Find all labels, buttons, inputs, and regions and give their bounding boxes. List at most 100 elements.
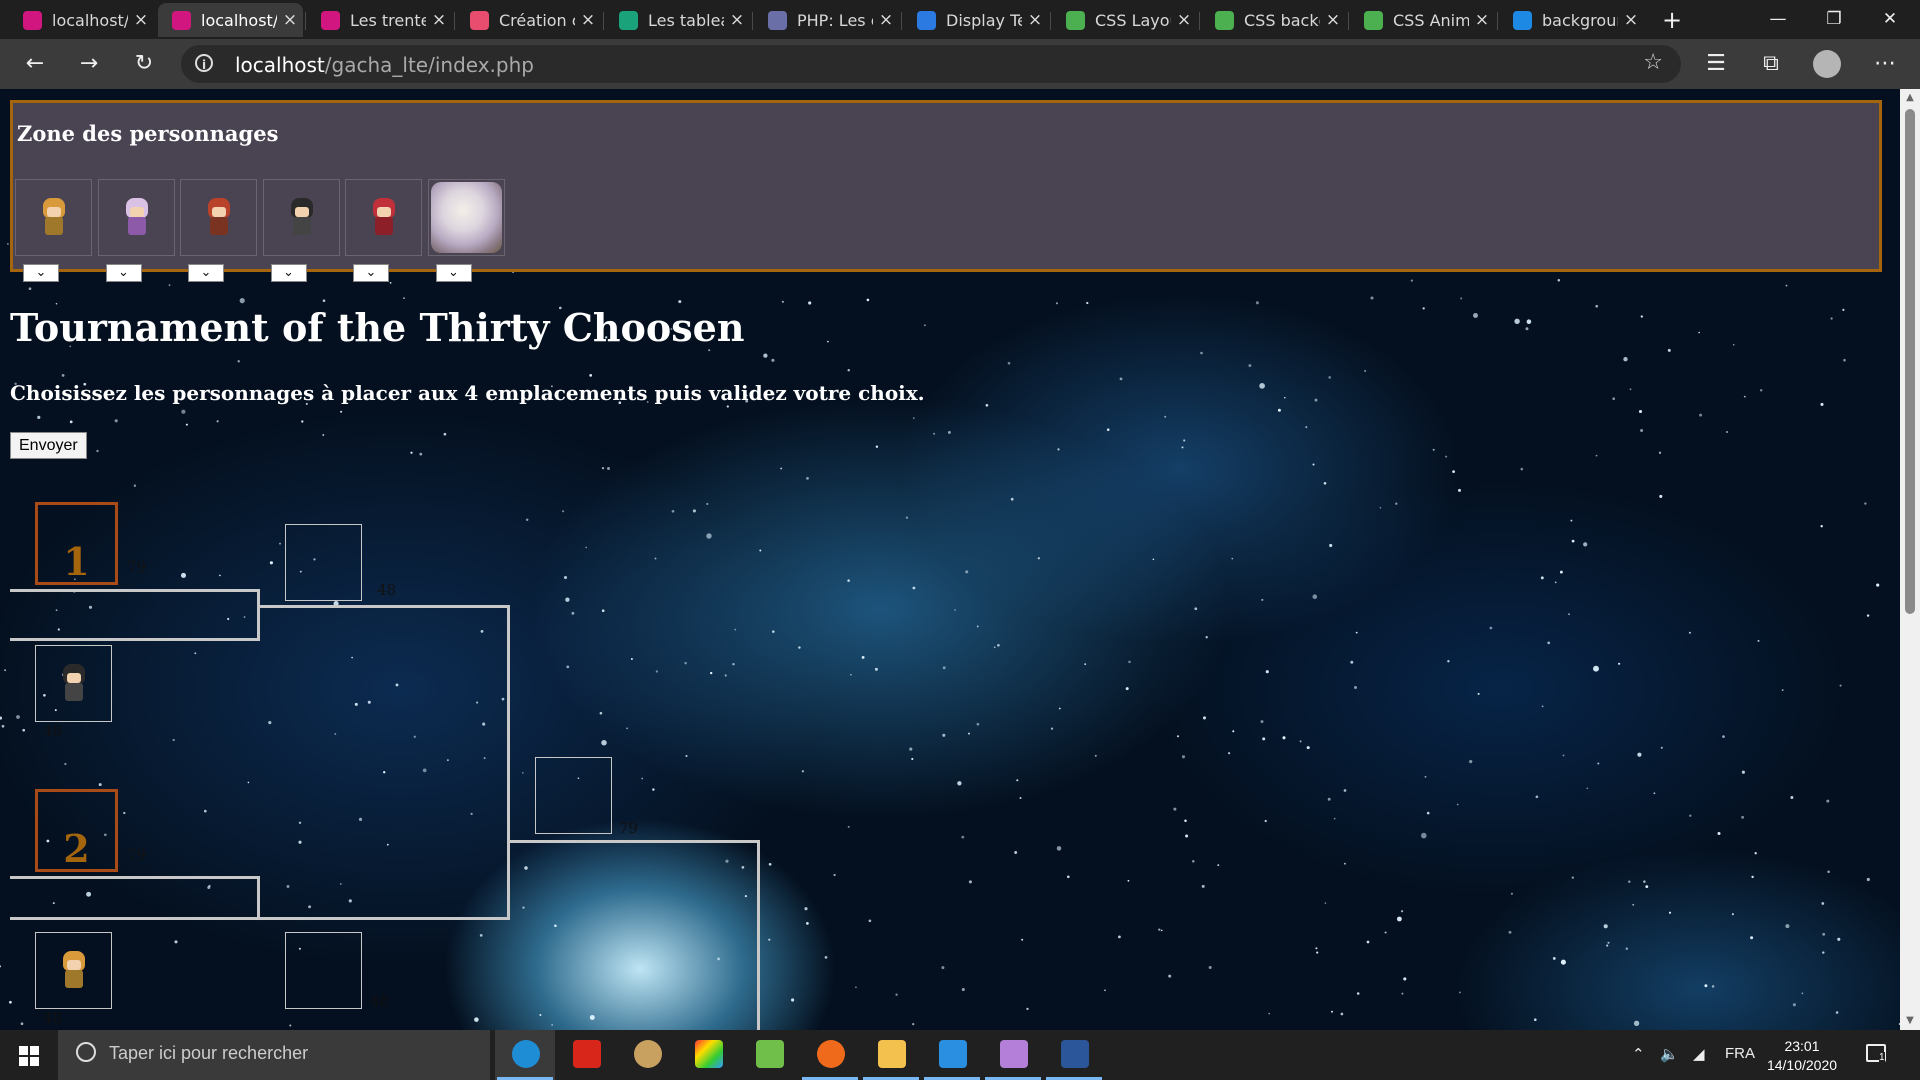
site-info-icon[interactable]: i [195,54,213,72]
browser-tab[interactable]: CSS Anim × [1350,3,1495,37]
edge-app-icon[interactable] [495,1030,555,1080]
tab-label: Création c [499,10,575,30]
language-indicator[interactable]: FRA [1725,1045,1755,1062]
address-url[interactable]: localhost/gacha_lte/index.php [235,53,534,77]
vscode-app-icon[interactable] [922,1030,982,1080]
taskbar-search[interactable]: Taper ici pour rechercher [58,1030,490,1080]
new-tab-button[interactable]: + [1655,3,1689,37]
favorite-star-icon[interactable]: ☆ [1643,50,1663,75]
clock-date: 14/10/2020 [1766,1057,1838,1073]
player2-slot[interactable] [35,932,112,1009]
character-select-dropdown[interactable]: ⌄ [353,264,389,282]
browser-tab[interactable]: backgrour × [1499,3,1644,37]
gacha-favicon-icon [321,10,340,30]
seed-slot-1[interactable]: 1 [35,502,118,585]
character-select-dropdown[interactable]: ⌄ [23,264,59,282]
paint3d-app-icon[interactable] [617,1030,677,1080]
notification-icon[interactable]: 1 [1866,1044,1886,1063]
scrollbar-thumb[interactable] [1905,109,1915,614]
character-purple-slot[interactable] [97,179,175,256]
tab-separator [1348,12,1349,30]
round2-bottom-slot[interactable] [285,932,362,1009]
word-app-icon[interactable] [1044,1030,1104,1080]
tab-separator [901,12,902,30]
browser-tab[interactable]: PHP: Les c × [754,3,899,37]
bracket-line [10,638,260,641]
character-blonde-slot[interactable] [15,179,92,256]
close-tab-icon[interactable]: × [1618,10,1644,30]
browser-tab[interactable]: Display Te × [903,3,1048,37]
clock-time: 23:01 [1784,1038,1820,1054]
collections-icon[interactable]: ⧉ [1754,47,1788,81]
minimize-icon[interactable]: — [1750,0,1806,39]
seed-slot-2[interactable]: 2 [35,789,118,872]
browser-tab[interactable]: Les trente × [307,3,452,37]
browser-tab[interactable]: Les tablea × [605,3,750,37]
more-options-icon[interactable]: ⋯ [1868,47,1902,81]
vertical-scrollbar[interactable]: ▲ ▼ [1900,89,1920,1030]
character-redhair-slot[interactable] [180,179,257,256]
clock[interactable]: 23:01 14/10/2020 [1760,1037,1844,1075]
score-round2-top: 48 [377,581,397,599]
browser-tab[interactable]: CSS backg× [1201,3,1346,37]
round2-top-slot[interactable] [285,524,362,601]
browser-tab[interactable]: CSS Layou× [1052,3,1197,37]
close-tab-icon[interactable]: × [575,10,601,30]
semifinal-slot[interactable] [535,757,612,834]
character-select-dropdown[interactable]: ⌄ [105,264,142,282]
tab-separator [1199,12,1200,30]
c-favicon-icon [917,10,936,30]
seed-number-2: 2 [63,826,90,871]
file-explorer-app-icon[interactable] [861,1030,921,1080]
character-dark [288,198,316,238]
bracket-line [10,589,260,592]
close-window-icon[interactable]: ✕ [1862,0,1918,39]
score-player1: 48 [43,722,63,740]
close-tab-icon[interactable]: × [724,10,750,30]
tab-separator [603,12,604,30]
windows-start-icon[interactable] [19,1046,39,1066]
browser-tab[interactable]: localhost/× [158,3,303,37]
close-tab-icon[interactable]: × [1022,10,1048,30]
volume-icon[interactable]: 🔈 [1660,1045,1679,1063]
w3schools-favicon-icon [1066,10,1085,30]
forward-icon[interactable]: → [72,47,106,81]
character-select-dropdown[interactable]: ⌄ [270,264,307,282]
character-red-slot[interactable] [345,179,422,256]
browser-tab[interactable]: Création c × [456,3,601,37]
close-tab-icon[interactable]: × [1469,10,1495,30]
submit-button[interactable]: Envoyer [10,432,87,459]
refresh-icon[interactable]: ↻ [127,47,161,81]
character-purple [123,198,151,238]
snip-app-icon[interactable] [983,1030,1043,1080]
character-select-dropdown[interactable]: ⌄ [188,264,224,282]
tray-chevron-icon[interactable]: ⌃ [1632,1045,1645,1063]
character-dark-slot[interactable] [262,179,340,256]
score-round2-bottom: 48 [370,992,390,1010]
close-tab-icon[interactable]: × [277,10,303,30]
scroll-down-icon[interactable]: ▼ [1900,1012,1920,1030]
close-tab-icon[interactable]: × [128,10,154,30]
restore-icon[interactable]: ❐ [1806,0,1862,39]
acrobat-app-icon[interactable] [556,1030,616,1080]
profile-avatar[interactable] [1813,50,1841,78]
character-select-dropdown[interactable]: ⌄ [435,264,472,282]
tab-strip: localhost/× localhost/× Les trente × Créatio… [0,0,1920,39]
color-app-icon[interactable] [678,1030,738,1080]
close-tab-icon[interactable]: × [1171,10,1197,30]
close-tab-icon[interactable]: × [426,10,452,30]
zone-title: Zone des personnages [17,121,279,146]
browser-tab[interactable]: localhost/× [9,3,154,37]
scroll-up-icon[interactable]: ▲ [1900,89,1920,107]
firefox-app-icon[interactable] [800,1030,860,1080]
close-tab-icon[interactable]: × [1320,10,1346,30]
address-bar[interactable]: i localhost/gacha_lte/index.php ☆ [181,45,1681,83]
favorites-icon[interactable]: ☰ [1699,47,1733,81]
wifi-icon[interactable]: ◢ [1693,1045,1705,1063]
bracket-line [257,589,260,641]
image-editor-app-icon[interactable] [739,1030,799,1080]
back-icon[interactable]: ← [18,47,52,81]
character-portrait-slot[interactable] [427,179,505,256]
close-tab-icon[interactable]: × [873,10,899,30]
player1-slot[interactable] [35,645,112,722]
